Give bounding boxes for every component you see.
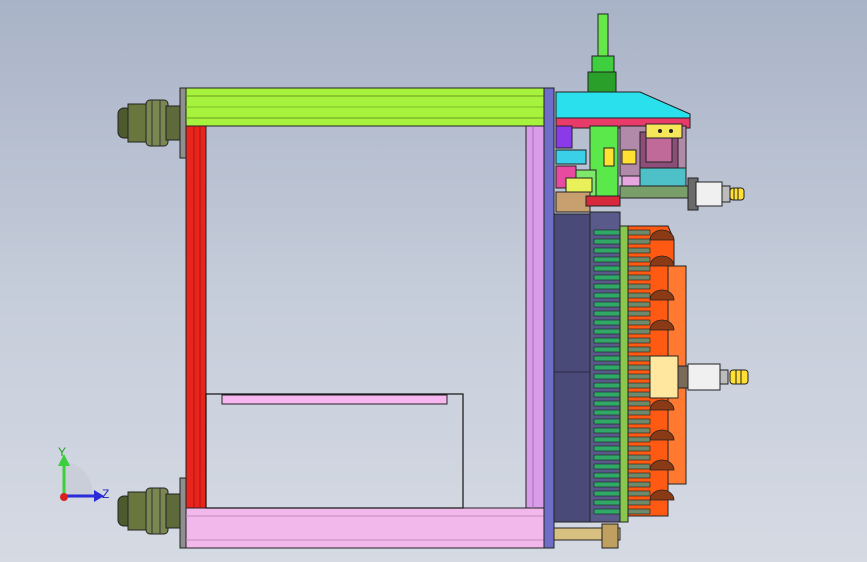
pin-holder (627, 391, 651, 398)
pin (593, 454, 621, 461)
pin-holder (627, 463, 651, 470)
pin-holder (627, 301, 651, 308)
pin-holder (627, 238, 651, 245)
pin-holder (627, 274, 651, 281)
pin-holder (627, 409, 651, 416)
vertical-rod (597, 13, 609, 59)
pin-holder (627, 427, 651, 434)
pin-holder (627, 418, 651, 425)
right-post (525, 125, 545, 509)
pin (593, 283, 621, 290)
pin-holder (627, 445, 651, 452)
pin-holder (627, 499, 651, 506)
machine-drawing: Y Z (58, 13, 749, 549)
pin-holder (627, 382, 651, 389)
coordinate-triad: Y Z (58, 445, 109, 502)
dark-panel (553, 213, 591, 523)
pin-holder (627, 328, 651, 335)
pin (593, 427, 621, 434)
pin (593, 400, 621, 407)
pin-holder (627, 310, 651, 317)
pin (593, 346, 621, 353)
pin-holder (627, 373, 651, 380)
pin-holder (627, 481, 651, 488)
y-axis-label: Y (58, 445, 66, 459)
pin-holder (627, 292, 651, 299)
pin (593, 391, 621, 398)
pin (593, 319, 621, 326)
pin-holder (627, 229, 651, 236)
pin-holder (627, 436, 651, 443)
back-plate (543, 87, 555, 549)
pin-holder (627, 508, 651, 515)
pin (593, 265, 621, 272)
pin-holder (627, 346, 651, 353)
air-cylinder-upper (687, 177, 745, 211)
pin (593, 463, 621, 470)
pin-holder (627, 472, 651, 479)
pin (593, 445, 621, 452)
pin-holder (627, 283, 651, 290)
pin-holder (627, 490, 651, 497)
pin (593, 229, 621, 236)
air-cylinder-middle (649, 355, 749, 399)
left-post (185, 125, 207, 509)
pin (593, 499, 621, 506)
pin (593, 292, 621, 299)
pin (593, 310, 621, 317)
cyan-block (555, 91, 691, 121)
pin-holder (627, 454, 651, 461)
pin (593, 364, 621, 371)
rod-block (587, 71, 617, 95)
z-axis-label: Z (102, 487, 109, 501)
pin (593, 274, 621, 281)
pin (593, 436, 621, 443)
pin (593, 382, 621, 389)
pin (593, 256, 621, 263)
pin (593, 355, 621, 362)
pin (593, 328, 621, 335)
pin (593, 418, 621, 425)
pin-holder (627, 337, 651, 344)
pin (593, 472, 621, 479)
pin-holder (627, 319, 651, 326)
pin (593, 508, 621, 515)
caster-wheel-bottom (117, 487, 183, 535)
pin (593, 301, 621, 308)
pin-holder (627, 265, 651, 272)
inner-tray-outline (205, 393, 464, 509)
cad-viewport[interactable]: Y Z (0, 0, 867, 562)
pin-holder (627, 256, 651, 263)
caster-wheel-top (117, 99, 183, 147)
pin-holder (627, 364, 651, 371)
pin-holder (627, 355, 651, 362)
pin (593, 490, 621, 497)
tray-pink-bar (221, 394, 448, 405)
pin (593, 337, 621, 344)
pin (593, 373, 621, 380)
pin (593, 247, 621, 254)
pin-holder (627, 247, 651, 254)
pin (593, 238, 621, 245)
pin (593, 481, 621, 488)
bottom-rail (185, 507, 551, 549)
pin (593, 409, 621, 416)
pin-holder (627, 400, 651, 407)
